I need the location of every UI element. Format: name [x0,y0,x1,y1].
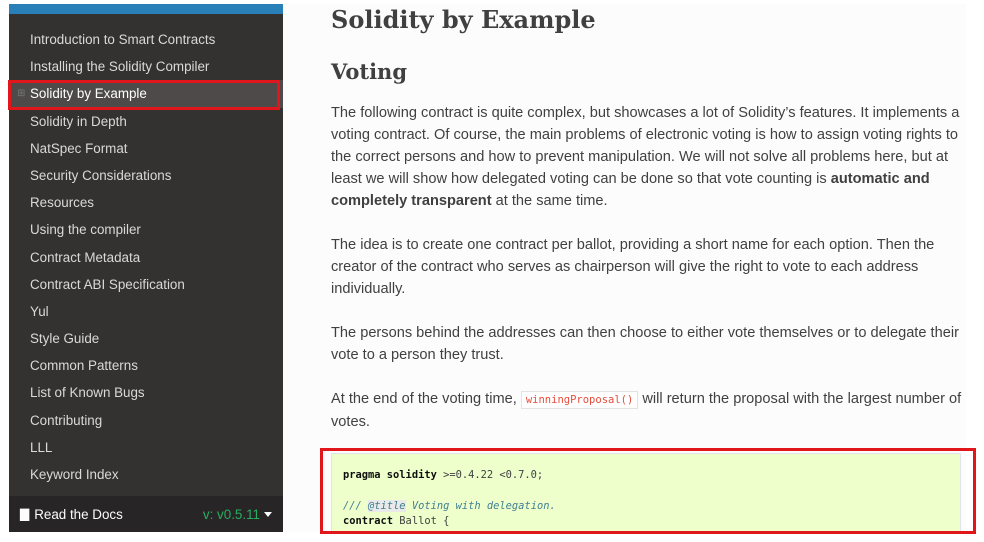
sidebar-item-introduction[interactable]: Introduction to Smart Contracts [9,26,283,53]
paragraph-intro: The following contract is quite complex,… [331,102,965,212]
main-content: Solidity by Example Voting The following… [283,4,966,532]
code-line-comment: /// @title Voting with delegation. [343,499,960,514]
paragraph-end-of-voting: At the end of the voting time, winningPr… [331,388,965,433]
code-comment-prefix: /// [343,499,369,512]
expand-toggle-icon[interactable]: ⊞ [17,80,25,107]
code-line-pragma: pragma solidity >=0.4.22 <0.7.0; [343,468,960,483]
sidebar-item-using-compiler[interactable]: Using the compiler [9,216,283,243]
sidebar-item-installing[interactable]: Installing the Solidity Compiler [9,53,283,80]
sidebar-item-security[interactable]: Security Considerations [9,162,283,189]
sidebar-item-lll[interactable]: LLL [9,434,283,461]
sidebar-item-resources[interactable]: Resources [9,189,283,216]
sidebar-item-keyword-index[interactable]: Keyword Index [9,461,283,488]
paragraph-end-start: At the end of the voting time, [331,391,521,407]
sidebar-item-solidity-by-example[interactable]: ⊞ Solidity by Example [9,80,283,108]
paragraph-intro-end: at the same time. [491,193,608,209]
sidebar-nav: Introduction to Smart Contracts Installi… [9,26,283,488]
code-keyword-contract: contract [343,515,394,528]
code-doc-tag: @title [368,499,406,512]
read-the-docs-link[interactable]: ▇ Read the Docs [20,507,123,522]
book-icon: ▇ [20,507,30,521]
code-comment-text: Voting with delegation. [405,499,556,512]
sidebar-item-known-bugs[interactable]: List of Known Bugs [9,379,283,406]
sidebar-item-yul[interactable]: Yul [9,298,283,325]
section-title: Voting [331,59,408,84]
code-keyword-pragma: pragma solidity [343,469,437,481]
inline-code-winning-proposal: winningProposal() [520,391,639,409]
version-label: v: v0.5.11 [202,506,260,522]
read-the-docs-bar[interactable]: ▇ Read the Docs v: v0.5.11 [9,496,283,532]
sidebar-item-label: Solidity by Example [30,86,147,102]
sidebar-search-area [9,4,283,14]
sidebar-item-style-guide[interactable]: Style Guide [9,325,283,352]
sidebar-item-contributing[interactable]: Contributing [9,407,283,434]
caret-down-icon [264,511,272,517]
sidebar-item-abi-spec[interactable]: Contract ABI Specification [9,271,283,298]
code-block: pragma solidity >=0.4.22 <0.7.0; /// @ti… [331,453,961,532]
sidebar-item-common-patterns[interactable]: Common Patterns [9,352,283,379]
paragraph-idea: The idea is to create one contract per b… [331,237,935,297]
code-line-contract: contract Ballot { [343,514,960,529]
page-title: Solidity by Example [331,5,596,34]
sidebar-item-natspec[interactable]: NatSpec Format [9,135,283,162]
read-the-docs-label: Read the Docs [34,506,123,522]
version-selector[interactable]: v: v0.5.11 [203,507,272,522]
paragraph-persons: The persons behind the addresses can the… [331,325,959,363]
sidebar: Introduction to Smart Contracts Installi… [9,4,283,532]
code-pragma-version: >=0.4.22 <0.7.0; [436,469,544,481]
sidebar-item-contract-metadata[interactable]: Contract Metadata [9,244,283,271]
sidebar-item-solidity-in-depth[interactable]: Solidity in Depth [9,108,283,135]
code-contract-name: Ballot { [393,515,450,528]
